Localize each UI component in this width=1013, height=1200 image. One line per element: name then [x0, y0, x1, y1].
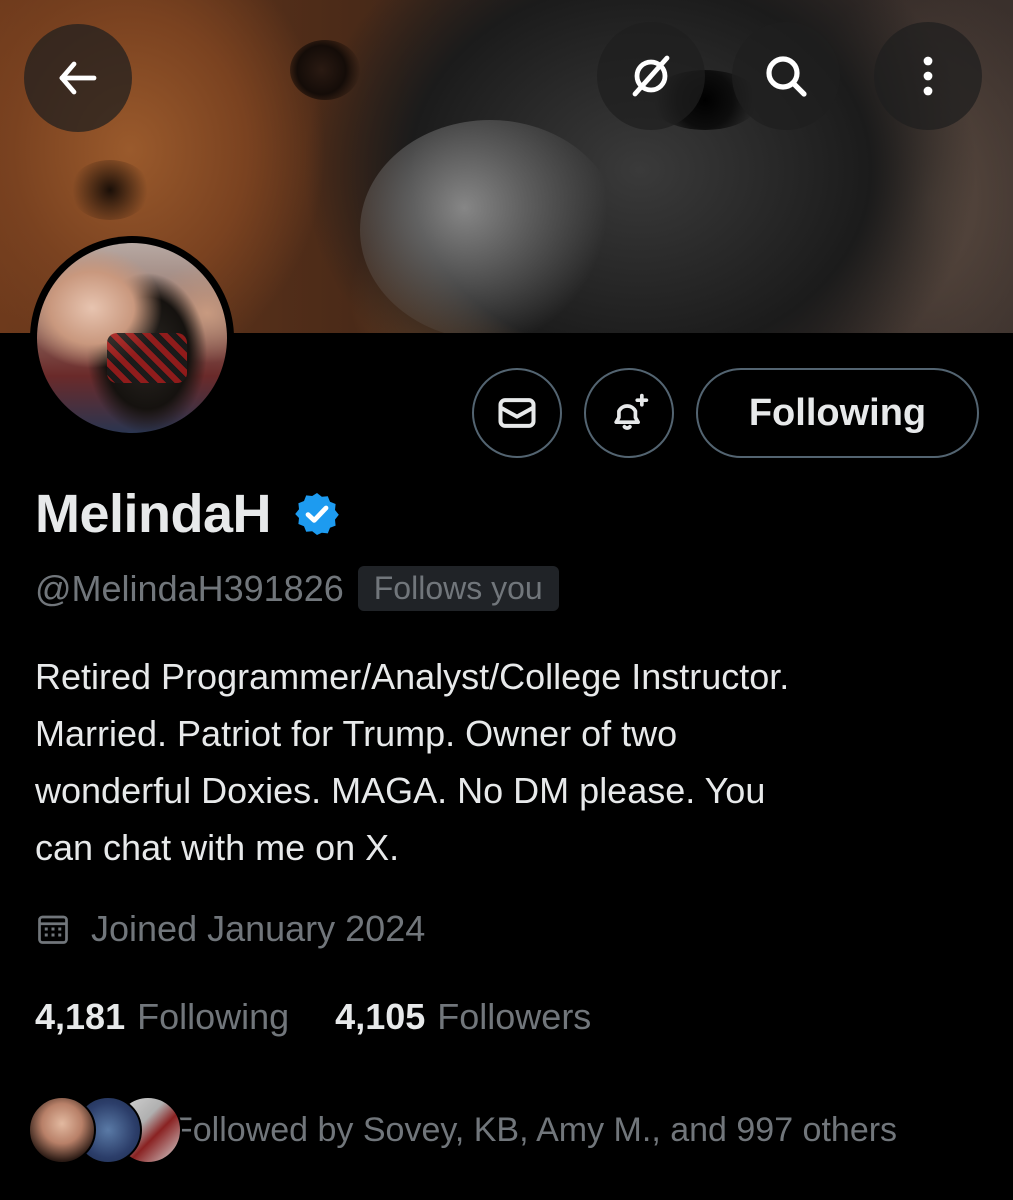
calendar-icon	[38, 915, 68, 944]
following-stat-link[interactable]: 4,181 Following	[35, 996, 289, 1038]
profile-bio: Retired Programmer/Analyst/College Instr…	[35, 656, 790, 868]
notifications-button[interactable]	[584, 368, 674, 458]
following-button[interactable]: Following	[696, 368, 979, 458]
grok-button[interactable]	[597, 22, 705, 130]
followers-count: 4,105	[335, 996, 426, 1037]
mutual-avatar	[28, 1096, 96, 1164]
following-count: 4,181	[35, 996, 126, 1037]
following-button-label: Following	[748, 391, 927, 434]
back-button[interactable]	[24, 24, 132, 132]
display-name: MelindaH	[35, 484, 272, 544]
follows-you-badge: Follows you	[357, 566, 559, 611]
mail-icon	[498, 398, 536, 428]
banner-detail	[70, 160, 150, 220]
more-vertical-icon	[923, 56, 933, 96]
handle-row: @MelindaH391826 Follows you	[35, 566, 559, 611]
more-options-button[interactable]	[874, 22, 982, 130]
slash-circle-icon	[632, 55, 670, 97]
message-button[interactable]	[472, 368, 562, 458]
joined-date-row: Joined January 2024	[35, 908, 425, 950]
mutual-avatars	[28, 1096, 182, 1164]
followers-label: Followers	[437, 996, 592, 1037]
username-handle: @MelindaH391826	[35, 567, 344, 609]
follow-stats: 4,181 Following 4,105 Followers	[35, 996, 591, 1038]
following-label: Following	[137, 996, 290, 1037]
bell-plus-icon	[614, 393, 649, 430]
verified-badge-icon[interactable]	[293, 490, 341, 538]
followed-by-text: Followed by Sovey, KB, Amy M., and 997 o…	[172, 1110, 898, 1149]
arrow-left-icon	[59, 61, 97, 95]
banner-detail	[360, 120, 620, 333]
name-row: MelindaH	[35, 483, 341, 545]
avatar-image	[37, 243, 227, 433]
profile-avatar[interactable]	[30, 236, 234, 440]
avatar-detail	[107, 333, 187, 383]
banner-detail	[290, 40, 360, 100]
followed-by-row[interactable]: Followed by Sovey, KB, Amy M., and 997 o…	[28, 1096, 897, 1164]
search-icon	[766, 56, 807, 97]
followers-stat-link[interactable]: 4,105 Followers	[335, 996, 591, 1038]
search-button[interactable]	[732, 22, 840, 130]
joined-date: Joined January 2024	[91, 908, 426, 949]
